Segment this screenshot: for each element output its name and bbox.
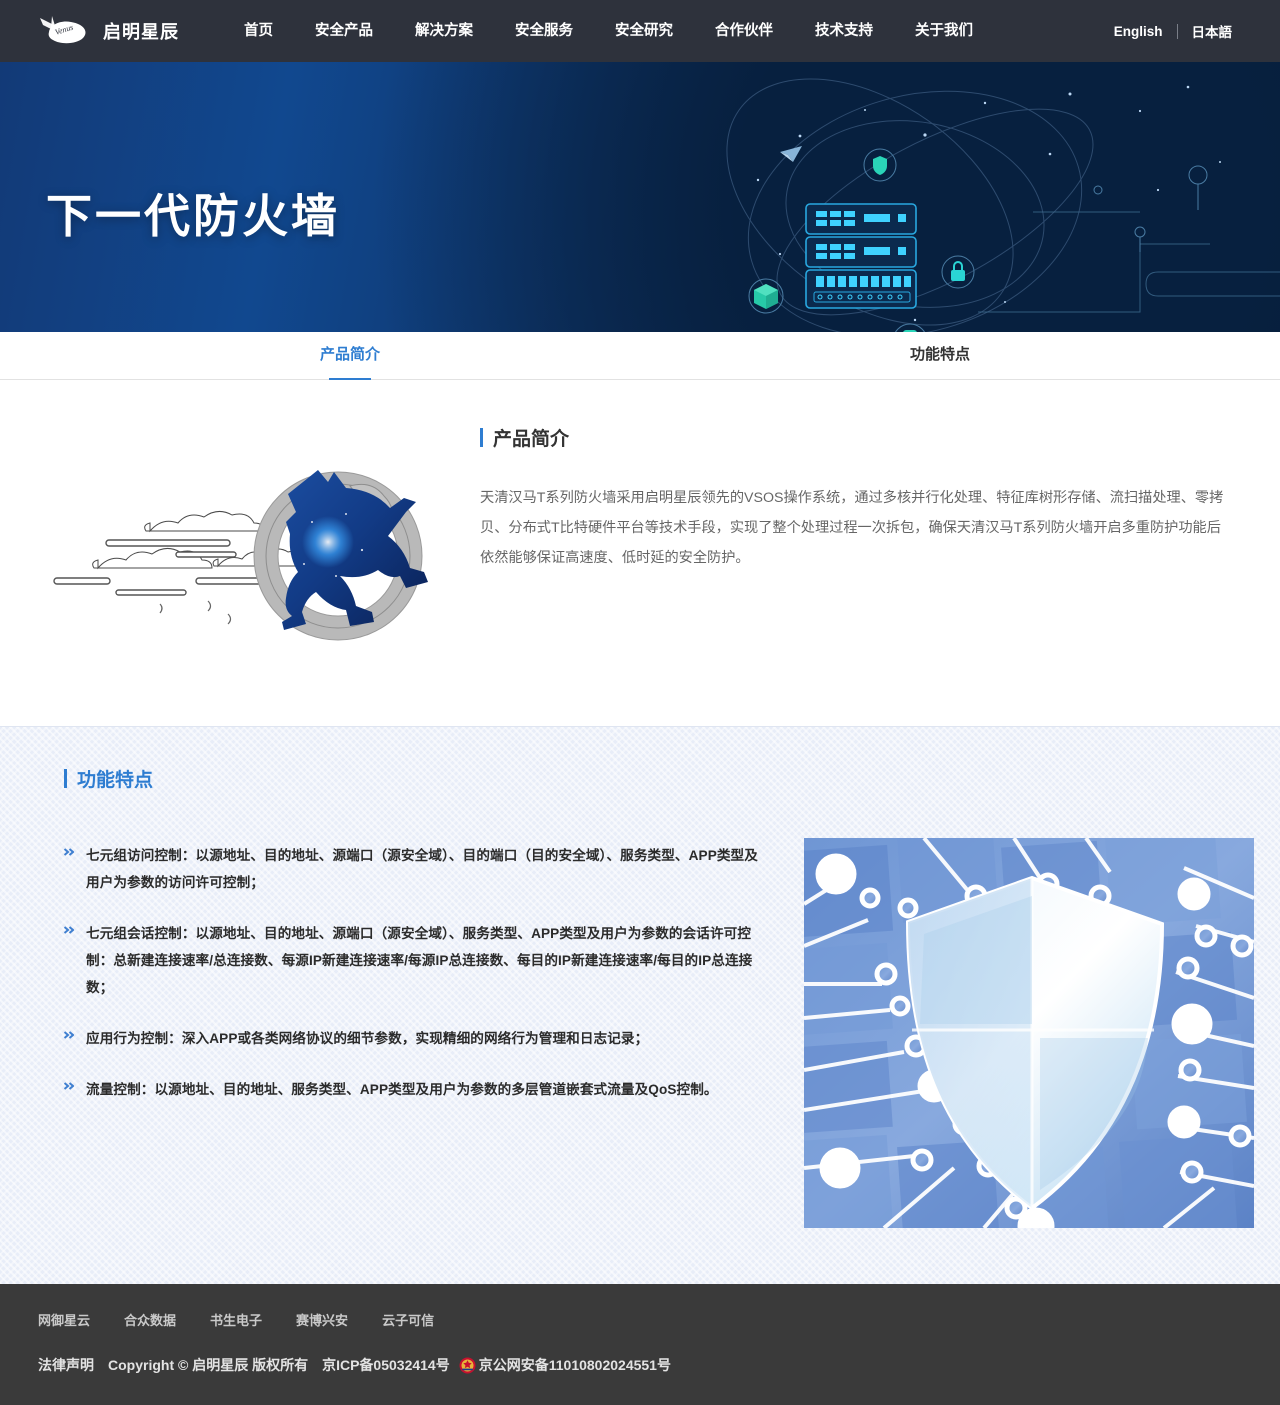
cube-icon	[748, 278, 784, 314]
hero-network-graphic	[726, 78, 1280, 332]
tab-product-intro[interactable]: 产品简介	[320, 332, 381, 381]
double-chevron-right-icon	[64, 926, 74, 936]
language-english[interactable]: English	[1100, 24, 1177, 39]
section-title-feature-points: 功能特点	[64, 765, 1216, 792]
top-navigation-bar: Venus 启明星辰 首页 安全产品 解决方案 安全服务 安全研究 合作伙伴 技…	[0, 0, 1280, 62]
copyright-text: Copyright © 启明星辰 版权所有	[108, 1357, 309, 1373]
feature-list: 七元组访问控制：以源地址、目的地址、源端口（源安全域）、目的端口（目的安全域）、…	[64, 838, 764, 1127]
footer-legal-row: 法律声明 Copyright © 启明星辰 版权所有 京ICP备05032414…	[38, 1355, 1242, 1375]
main-menu: 首页 安全产品 解决方案 安全服务 安全研究 合作伙伴 技术支持 关于我们	[223, 0, 994, 62]
double-chevron-right-icon	[64, 848, 74, 858]
section-title-text: 产品简介	[493, 429, 570, 450]
feature-text: 应用行为控制：深入APP或各类网络协议的细节参数，实现精细的网络行为管理和日志记…	[86, 1031, 649, 1046]
feature-text: 七元组会话控制：以源地址、目的地址、源端口（源安全域）、服务类型、APP类型及用…	[86, 926, 753, 995]
tab-label: 产品简介	[320, 346, 381, 363]
legal-statement-link[interactable]: 法律声明	[38, 1355, 94, 1375]
brand-name: 启明星辰	[103, 22, 179, 42]
nav-item-products[interactable]: 安全产品	[294, 0, 394, 62]
feature-text: 流量控制：以源地址、目的地址、服务类型、APP类型及用户为参数的多层管道嵌套式流…	[86, 1082, 718, 1097]
tab-label: 功能特点	[910, 346, 971, 363]
double-chevron-right-icon	[64, 1031, 74, 1041]
feature-text: 七元组访问控制：以源地址、目的地址、源端口（源安全域）、目的端口（目的安全域）、…	[86, 848, 758, 890]
footer-link-shushengdianzi[interactable]: 书生电子	[210, 1310, 262, 1329]
double-chevron-right-icon	[64, 1082, 74, 1092]
tab-feature-points[interactable]: 功能特点	[910, 332, 970, 380]
nav-item-research[interactable]: 安全研究	[594, 0, 694, 62]
footer-affiliate-links: 网御星云 合众数据 书生电子 赛博兴安 云子可信	[38, 1310, 1242, 1329]
section-title-product-intro: 产品简介	[480, 424, 1230, 451]
nav-item-partners[interactable]: 合作伙伴	[694, 0, 794, 62]
gongan-license-link[interactable]: 京公网安备11010802024551号	[479, 1355, 671, 1375]
nav-item-about[interactable]: 关于我们	[894, 0, 994, 62]
footer-link-saiboxingan[interactable]: 赛博兴安	[296, 1310, 348, 1329]
feature-points-section: 功能特点 七元组访问控制：以源地址、目的地址、源端口（源安全域）、目的端口（目的…	[0, 726, 1280, 1284]
footer-link-hezhongshuju[interactable]: 合众数据	[124, 1310, 176, 1329]
section-title-text: 功能特点	[77, 770, 154, 791]
police-badge-icon	[459, 1357, 476, 1374]
footer-link-wangyuxingyun[interactable]: 网御星云	[38, 1310, 90, 1329]
nav-item-support[interactable]: 技术支持	[794, 0, 894, 62]
list-item: 应用行为控制：深入APP或各类网络协议的细节参数，实现精细的网络行为管理和日志记…	[64, 1025, 764, 1052]
list-item: 流量控制：以源地址、目的地址、服务类型、APP类型及用户为参数的多层管道嵌套式流…	[64, 1076, 764, 1103]
site-logo[interactable]: Venus 启明星辰	[36, 14, 179, 48]
footer-link-yunzikexin[interactable]: 云子可信	[382, 1310, 434, 1329]
product-intro-section: 产品简介 天清汉马T系列防火墙采用启明星辰领先的VSOS操作系统，通过多核并行化…	[0, 380, 1280, 726]
language-japanese[interactable]: 日本語	[1178, 21, 1247, 41]
section-tabbar: 产品简介 功能特点	[0, 332, 1280, 381]
shield-icon	[863, 148, 897, 182]
lock-icon	[941, 255, 975, 289]
server-rack-icon	[805, 203, 917, 309]
page-footer: 网御星云 合众数据 书生电子 赛博兴安 云子可信 法律声明 Copyright …	[0, 1284, 1280, 1405]
product-intro-paragraph: 天清汉马T系列防火墙采用启明星辰领先的VSOS操作系统，通过多核并行化处理、特征…	[480, 490, 1224, 566]
nav-item-services[interactable]: 安全服务	[494, 0, 594, 62]
page-title: 下一代防火墙	[46, 190, 340, 242]
hero-illustration	[720, 62, 1280, 332]
hero-banner: 下一代防火墙	[0, 62, 1280, 332]
nav-item-solutions[interactable]: 解决方案	[394, 0, 494, 62]
icp-license-link[interactable]: 京ICP备05032414号	[322, 1355, 450, 1375]
blue-shield-circuit-board-image	[804, 838, 1254, 1228]
qimingxingchen-bird-logo-icon: Venus	[36, 14, 94, 48]
galloping-horse-emblem-icon	[50, 456, 470, 656]
list-item: 七元组访问控制：以源地址、目的地址、源端口（源安全域）、目的端口（目的安全域）、…	[64, 842, 764, 896]
language-switcher: English 日本語	[1100, 0, 1246, 62]
nav-item-home[interactable]: 首页	[223, 0, 294, 62]
list-item: 七元组会话控制：以源地址、目的地址、源端口（源安全域）、服务类型、APP类型及用…	[64, 920, 764, 1001]
